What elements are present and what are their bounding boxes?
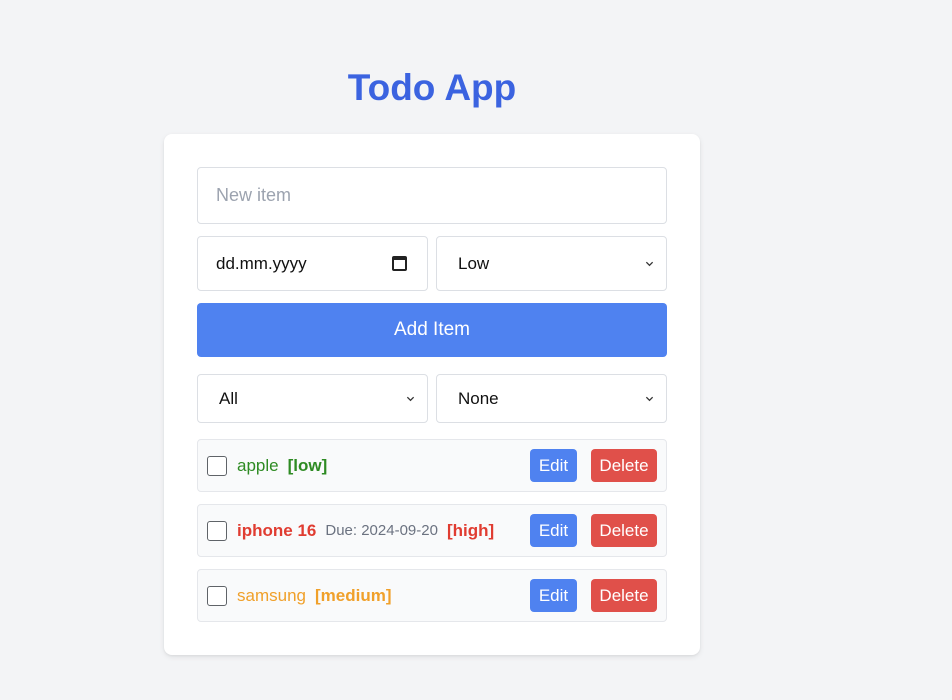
filter-selected-value: All: [219, 388, 238, 408]
sort-select[interactable]: None: [436, 374, 667, 423]
todo-item: iphone 16 Due: 2024-09-20 [high] Edit De…: [197, 504, 667, 557]
todo-item: apple [low] Edit Delete: [197, 439, 667, 492]
todo-text: apple: [237, 455, 279, 475]
due-date-input[interactable]: dd.mm.yyyy: [197, 236, 428, 291]
priority-select[interactable]: Low: [436, 236, 667, 291]
chevron-down-icon: [645, 261, 654, 266]
delete-button[interactable]: Delete: [591, 514, 657, 547]
delete-button[interactable]: Delete: [591, 449, 657, 482]
chevron-down-icon: [645, 396, 654, 401]
todo-due-date: Due: 2024-09-20: [325, 522, 438, 539]
todo-checkbox[interactable]: [207, 520, 227, 541]
due-date-placeholder: dd.mm.yyyy: [216, 253, 307, 273]
todo-item: samsung [medium] Edit Delete: [197, 569, 667, 622]
todo-checkbox[interactable]: [207, 455, 227, 476]
todo-text: samsung: [237, 585, 306, 605]
todo-priority: [low]: [287, 455, 328, 475]
page-title: Todo App: [347, 67, 517, 108]
priority-selected-value: Low: [458, 253, 490, 273]
todo-priority: [medium]: [314, 585, 392, 605]
delete-button[interactable]: Delete: [591, 579, 657, 612]
todo-priority: [high]: [446, 520, 495, 540]
add-item-button[interactable]: Add Item: [197, 303, 667, 357]
todo-card: New item dd.mm.yyyy Low Add Item All Non…: [164, 134, 700, 655]
todo-text: iphone 16: [237, 520, 317, 540]
edit-button[interactable]: Edit: [530, 579, 577, 612]
filter-select[interactable]: All: [197, 374, 428, 423]
todo-list: apple [low] Edit Delete iphone 16 Due: 2…: [197, 439, 667, 634]
chevron-down-icon: [406, 396, 415, 401]
new-item-placeholder: New item: [216, 185, 292, 205]
edit-button[interactable]: Edit: [530, 449, 577, 482]
calendar-icon[interactable]: [392, 256, 407, 271]
edit-button[interactable]: Edit: [530, 514, 577, 547]
sort-selected-value: None: [458, 388, 499, 408]
new-item-input[interactable]: New item: [197, 167, 667, 224]
todo-checkbox[interactable]: [207, 585, 227, 606]
